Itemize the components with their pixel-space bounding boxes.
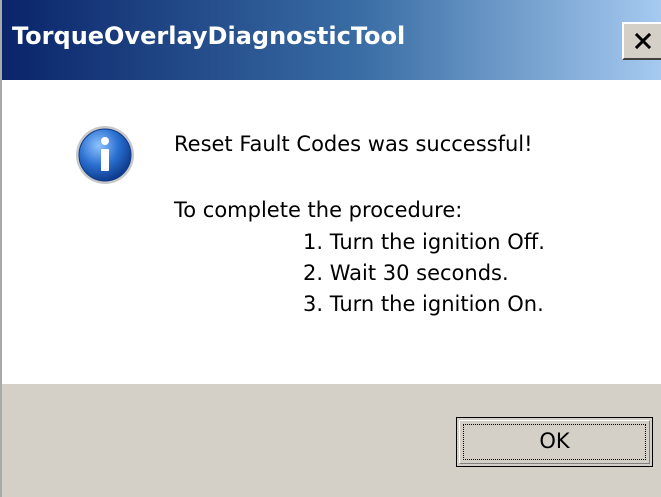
procedure-step: 1. Turn the ignition Off. [303,230,545,254]
info-icon [76,126,134,184]
close-button[interactable] [622,22,661,60]
ok-button[interactable]: OK [456,417,653,467]
procedure-intro: To complete the procedure: [174,198,463,222]
message-area: Reset Fault Codes was successful! To com… [2,80,661,384]
message-headline: Reset Fault Codes was successful! [174,132,533,156]
button-bar: OK [2,384,661,497]
ok-button-label: OK [539,429,570,453]
title-bar[interactable]: TorqueOverlayDiagnosticTool [2,0,661,80]
window-title: TorqueOverlayDiagnosticTool [12,22,406,50]
message-dialog: TorqueOverlayDiagnosticTool Reset Fault … [0,0,661,497]
close-icon [635,33,651,49]
procedure-step: 2. Wait 30 seconds. [303,261,509,285]
procedure-step: 3. Turn the ignition On. [303,292,544,316]
